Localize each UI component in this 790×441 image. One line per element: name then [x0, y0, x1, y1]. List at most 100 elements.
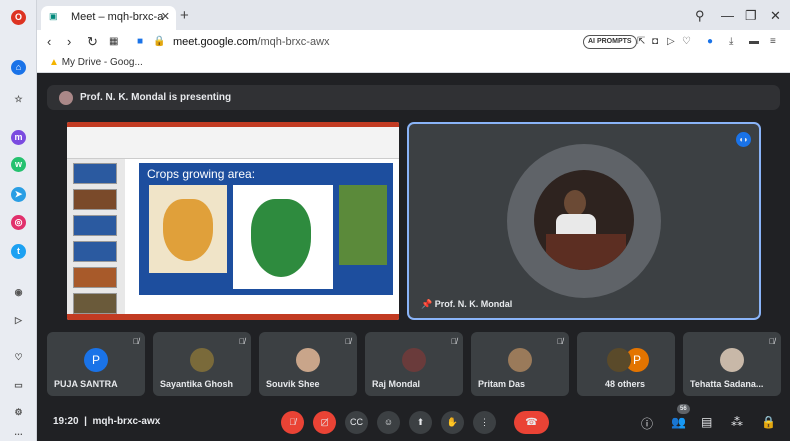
- favorite-icon[interactable]: ♡: [682, 36, 691, 47]
- participant-tile[interactable]: 🎙̸ Raj Mondal: [365, 332, 463, 396]
- participant-count-badge: 56: [677, 404, 690, 414]
- forward-icon[interactable]: ›: [67, 34, 71, 49]
- speaker-name-label: Prof. N. K. Mondal: [434, 299, 513, 309]
- download-icon[interactable]: ⤓: [729, 36, 733, 47]
- back-icon[interactable]: ‹: [47, 34, 51, 49]
- info-icon[interactable]: ⓘ: [641, 415, 653, 432]
- whatsapp-icon[interactable]: w: [11, 157, 26, 172]
- participant-name: Raj Mondal: [372, 379, 421, 389]
- flow-icon[interactable]: ▷: [667, 36, 675, 47]
- avatar: [720, 348, 744, 372]
- others-tile[interactable]: P 48 others: [577, 332, 675, 396]
- new-tab-icon[interactable]: +: [180, 7, 189, 24]
- host-controls-icon[interactable]: 🔒: [761, 415, 776, 429]
- avatar: [402, 348, 426, 372]
- tab-meet[interactable]: ▣ Meet – mqh-brxc-a ✕: [41, 6, 176, 30]
- send-icon[interactable]: ▷: [11, 313, 26, 328]
- india-map-image: [149, 185, 227, 273]
- messenger-icon[interactable]: m: [11, 130, 26, 145]
- twitter-icon[interactable]: t: [11, 244, 26, 259]
- participant-name: Sayantika Ghosh: [160, 379, 234, 389]
- ai-prompts-button[interactable]: AI PROMPTS: [583, 35, 637, 49]
- avatar: [296, 348, 320, 372]
- slide-thumb: [73, 215, 117, 236]
- heart-icon[interactable]: ♡: [11, 350, 26, 365]
- browser-window: O ⌂ ☆ m w ➤ ◎ t ◉ ▷ ♡ ▭ ⚙ … ▣ Meet – mqh…: [0, 0, 790, 441]
- people-icon[interactable]: 👥: [671, 415, 686, 429]
- present-button[interactable]: ⬆: [409, 411, 432, 434]
- tab-bar: ▣ Meet – mqh-brxc-a ✕ + ⚲ — ❐ ✕: [37, 0, 790, 30]
- speaker-video: [534, 170, 634, 270]
- battery-icon[interactable]: ▬: [749, 36, 759, 47]
- bookmark-label: My Drive - Goog...: [61, 57, 143, 68]
- avatar: P: [84, 348, 108, 372]
- close-tab-icon[interactable]: ✕: [161, 10, 170, 23]
- app-ribbon: [67, 127, 399, 159]
- app-statusbar: [67, 314, 399, 320]
- slide-thumb: [73, 267, 117, 288]
- more-options-button[interactable]: ⋮: [473, 411, 496, 434]
- participant-name: Tehatta Sadana...: [690, 379, 764, 389]
- speaking-indicator-icon: ◖◗: [736, 132, 751, 147]
- camera-icon: ■: [137, 36, 144, 47]
- reload-icon[interactable]: ↻: [87, 34, 98, 50]
- mic-off-icon: 🎙̸: [133, 337, 139, 346]
- slide-title: Crops growing area:: [147, 167, 256, 181]
- bookmarks-bar: ▲ My Drive - Goog...: [37, 54, 790, 73]
- control-bar: 19:20 | mqh-brxc-awx 🎙̸ ▢̸ CC ☺ ⬆ ✋ ⋮ ☎ …: [37, 404, 790, 441]
- participant-name: Pritam Das: [478, 379, 526, 389]
- mic-button[interactable]: 🎙̸: [281, 411, 304, 434]
- share-icon[interactable]: ⇱: [637, 36, 645, 47]
- url-field[interactable]: meet.google.com/mqh-brxc-awx: [173, 36, 330, 48]
- address-bar: ‹ › ↻ ▦ ■ 🔒 meet.google.com/mqh-brxc-awx…: [37, 30, 790, 54]
- participant-tile[interactable]: 🎙̸ Pritam Das: [471, 332, 569, 396]
- instagram-icon[interactable]: ◎: [11, 215, 26, 230]
- speaker-tile[interactable]: ◖◗ 📌 Prof. N. K. Mondal: [407, 122, 761, 320]
- slide-thumb: [73, 241, 117, 262]
- slide-thumb: [73, 163, 117, 184]
- more-icon[interactable]: …: [11, 425, 26, 440]
- meeting-info: 19:20 | mqh-brxc-awx: [53, 416, 161, 427]
- leave-call-button[interactable]: ☎: [514, 411, 549, 434]
- easy-setup-icon[interactable]: ≡: [770, 36, 776, 47]
- presenter-avatar: [59, 91, 73, 105]
- telegram-icon[interactable]: ➤: [11, 187, 26, 202]
- mic-off-icon: 🎙̸: [451, 337, 457, 346]
- avatar: [607, 348, 631, 372]
- slide-thumb: [73, 293, 117, 314]
- clock-icon[interactable]: ▭: [11, 378, 26, 393]
- captions-button[interactable]: CC: [345, 411, 368, 434]
- bookmark-my-drive[interactable]: ▲ My Drive - Goog...: [49, 57, 143, 68]
- participant-tile[interactable]: 🎙̸ P PUJA SANTRA: [47, 332, 145, 396]
- participant-tile[interactable]: 🎙̸ Souvik Shee: [259, 332, 357, 396]
- emoji-button[interactable]: ☺: [377, 411, 400, 434]
- participant-tile[interactable]: 🎙̸ Tehatta Sadana...: [683, 332, 781, 396]
- home-icon[interactable]: ⌂: [11, 60, 26, 75]
- raise-hand-button[interactable]: ✋: [441, 411, 464, 434]
- restore-icon[interactable]: ❐: [745, 8, 757, 24]
- settings-icon[interactable]: ⚙: [11, 405, 26, 420]
- activities-icon[interactable]: ⁂: [731, 415, 743, 429]
- player-icon[interactable]: ◉: [11, 285, 26, 300]
- presenting-banner: Prof. N. K. Mondal is presenting: [47, 85, 780, 110]
- minimize-icon[interactable]: —: [721, 8, 734, 23]
- star-icon[interactable]: ☆: [11, 92, 26, 107]
- opera-logo-icon[interactable]: O: [11, 10, 26, 25]
- profile-icon[interactable]: ●: [707, 36, 713, 47]
- browser-sidebar: O ⌂ ☆ m w ➤ ◎ t ◉ ▷ ♡ ▭ ⚙ …: [0, 0, 37, 441]
- avatar: [508, 348, 532, 372]
- presenting-label: Prof. N. K. Mondal is presenting: [80, 92, 232, 103]
- camera-button[interactable]: ▢̸: [313, 411, 336, 434]
- close-window-icon[interactable]: ✕: [770, 8, 781, 24]
- speed-dial-icon[interactable]: ▦: [109, 36, 118, 47]
- snapshot-icon[interactable]: ◘: [652, 36, 658, 47]
- current-slide: Crops growing area:: [139, 163, 393, 295]
- shared-screen: Crops growing area:: [67, 122, 399, 320]
- participant-tile[interactable]: 🎙̸ Sayantika Ghosh: [153, 332, 251, 396]
- chat-icon[interactable]: ▤: [701, 415, 712, 429]
- pin-icon[interactable]: 📌: [421, 299, 432, 309]
- meet-tab-icon: ▣: [49, 11, 58, 21]
- participant-name: Souvik Shee: [266, 379, 320, 389]
- search-tabs-icon[interactable]: ⚲: [695, 8, 705, 24]
- kharif-map-image: [233, 185, 333, 289]
